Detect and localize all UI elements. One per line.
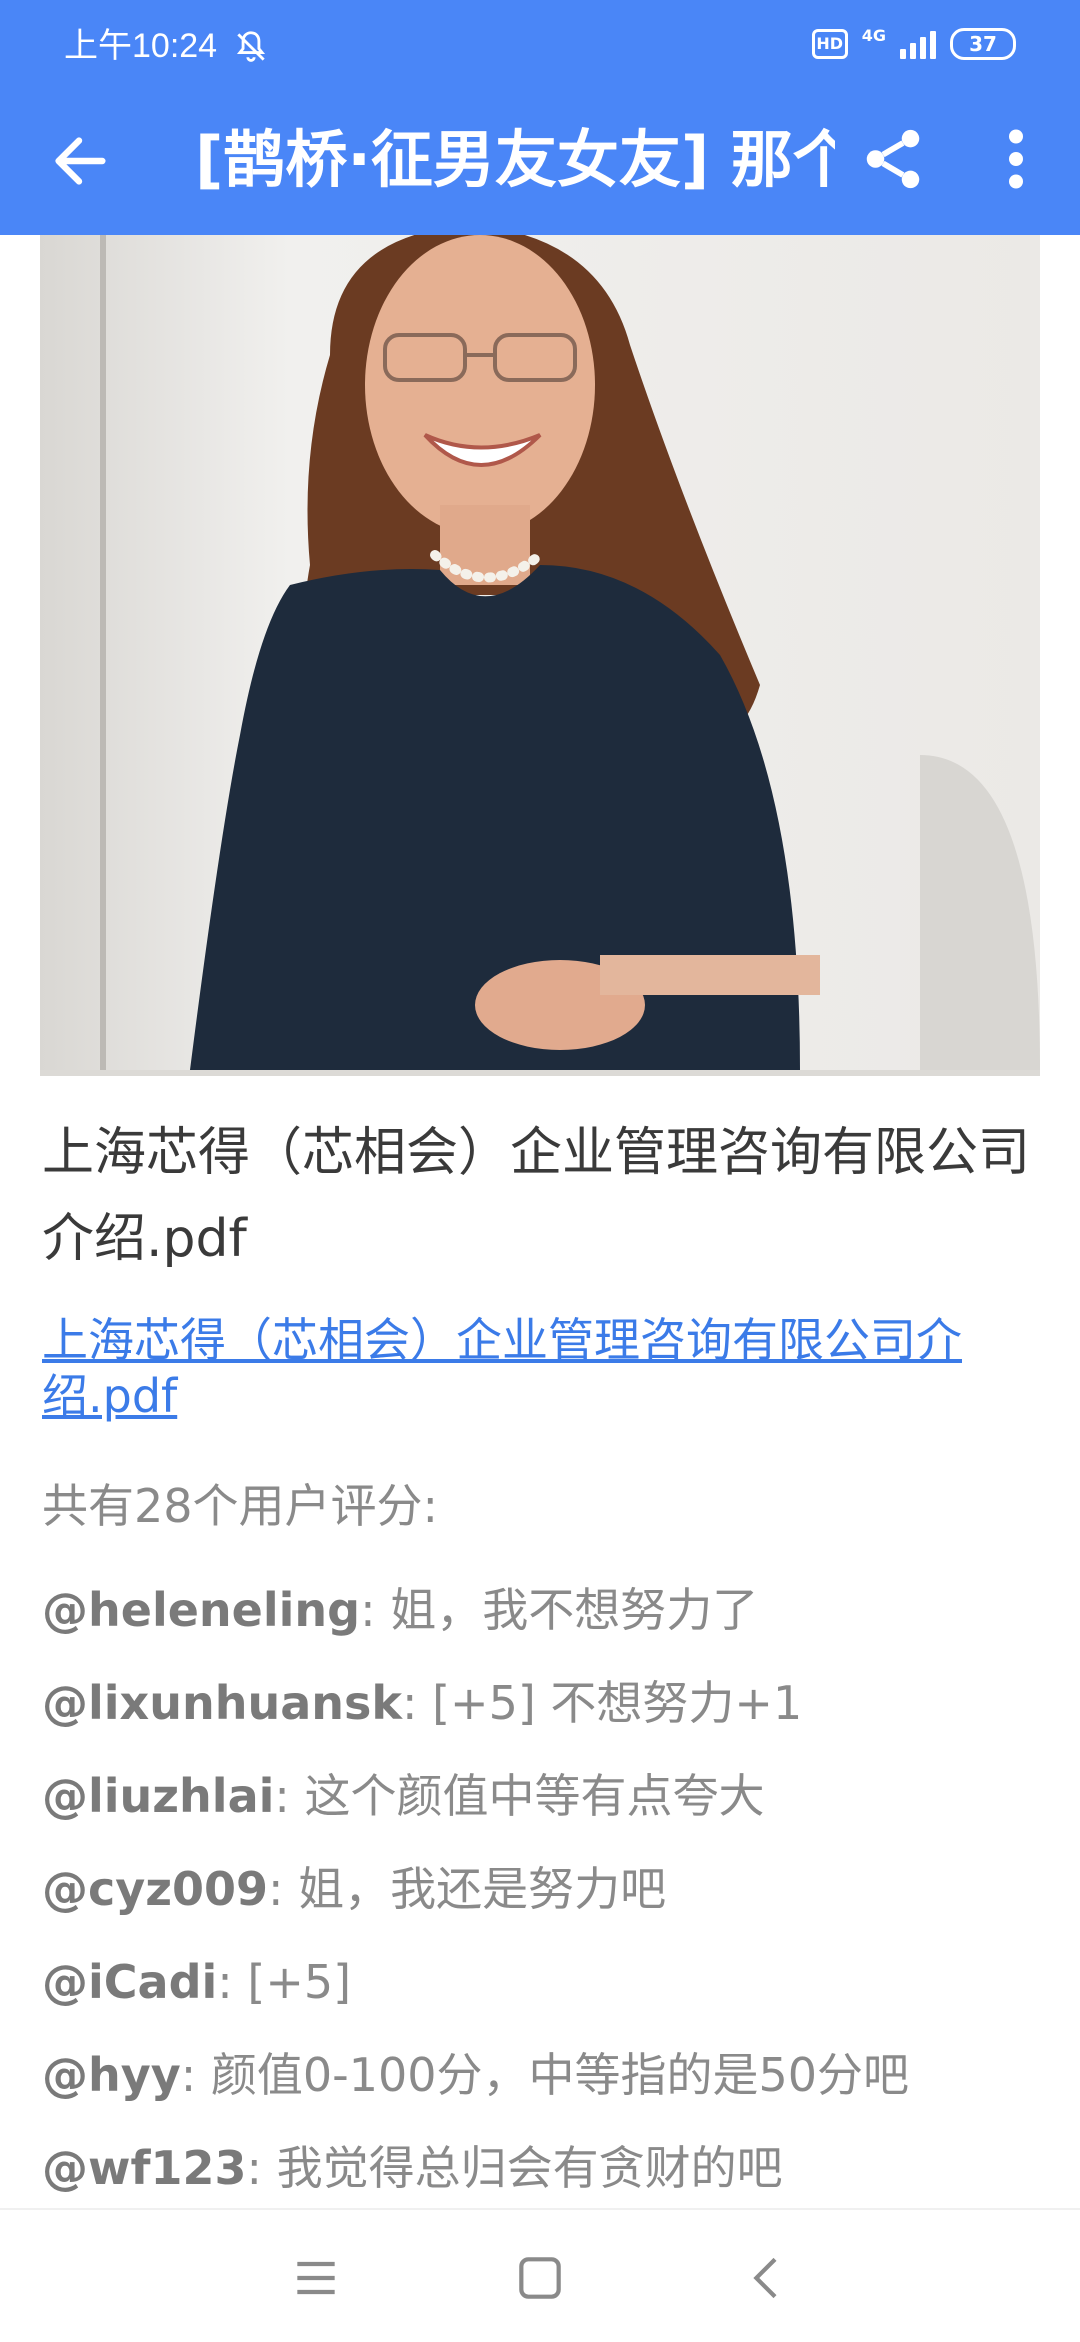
comment-user[interactable]: @lixunhuansk [42,1676,402,1730]
comment-item: @liuzhlai: 这个颜值中等有点夸大 [42,1766,1042,1859]
person-photo-illustration [40,235,1040,1070]
signal-icon [900,29,936,59]
network-type: 4G [861,26,886,45]
battery-level: 37 [969,32,997,56]
comment-item: @hyy: 颜值0-100分，中等指的是50分吧 [42,2045,1042,2138]
app-bar: [鹊桥·征男友女友] 那个 [0,90,1080,235]
comment-item: @lixunhuansk: [+5] 不想努力+1 [42,1673,1042,1766]
back-chevron-icon[interactable] [740,2250,796,2306]
home-square-icon[interactable] [512,2250,568,2306]
comment-text: : 姐，我不想努力了 [360,1583,759,1637]
comment-text: : [+5] [217,1955,352,2009]
share-icon[interactable] [858,124,928,194]
menu-icon[interactable] [288,2250,344,2306]
rating-summary: 共有28个用户评分: [42,1479,439,1533]
comment-user[interactable]: @iCadi [42,1955,217,2009]
status-icons: HD 4G 37 [811,26,1016,60]
comment-list: @heleneling: 姐，我不想努力了 @lixunhuansk: [+5]… [42,1580,1042,2231]
back-arrow-icon[interactable] [44,126,114,196]
comment-text: : 我觉得总归会有贪财的吧 [246,2141,783,2195]
battery-icon: 37 [950,28,1016,60]
comment-text: : [+5] 不想努力+1 [401,1676,803,1730]
comment-item: @iCadi: [+5] [42,1952,1042,2045]
comment-text: : 颜值0-100分，中等指的是50分吧 [180,2048,910,2102]
post-photo[interactable] [40,235,1040,1076]
comment-user[interactable]: @wf123 [42,2141,247,2195]
comment-user[interactable]: @heleneling [42,1583,360,1637]
status-time: 上午10:24 [64,27,218,65]
document-title: 上海芯得（芯相会）企业管理咨询有限公司介绍.pdf [42,1123,1031,1269]
comment-text: : 这个颜值中等有点夸大 [274,1769,765,1823]
comment-user[interactable]: @hyy [42,2048,181,2102]
status-bar: 上午10:24 HD 4G 37 [0,0,1080,90]
system-nav-bar [0,2208,1080,2342]
bell-off-icon [236,31,266,62]
more-vert-icon[interactable] [996,124,1036,194]
page-title: [鹊桥·征男友女友] 那个 [195,123,835,196]
document-link[interactable]: 上海芯得（芯相会）企业管理咨询有限公司介绍.pdf [42,1312,1042,1424]
comment-user[interactable]: @cyz009 [42,1862,268,1916]
hd-badge: HD [811,29,848,59]
comment-text: : 姐，我还是努力吧 [268,1862,667,1916]
comment-item: @heleneling: 姐，我不想努力了 [42,1580,1042,1673]
comment-user[interactable]: @liuzhlai [42,1769,274,1823]
comment-item: @cyz009: 姐，我还是努力吧 [42,1859,1042,1952]
